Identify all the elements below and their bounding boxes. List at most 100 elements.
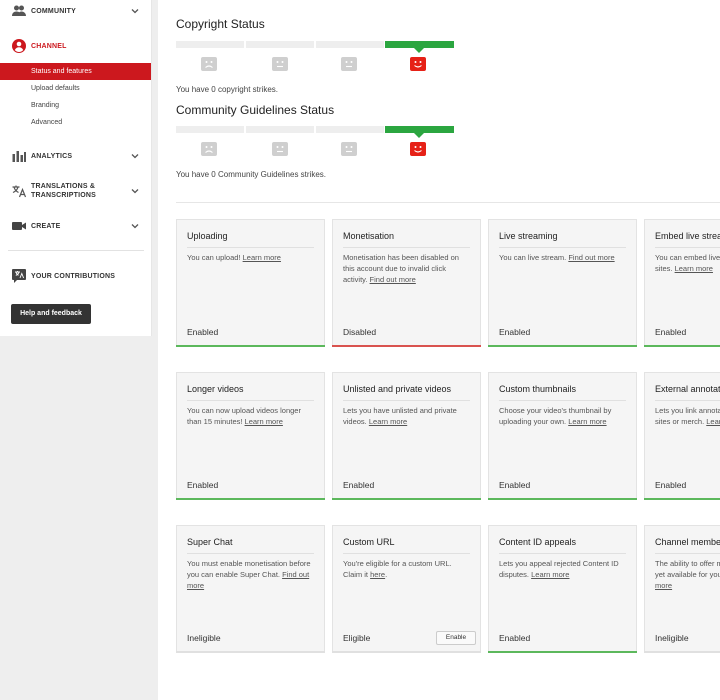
card-description: The ability to offer memberships isn't y… <box>655 558 720 591</box>
main-content: Copyright Status You have 0 copyright st… <box>158 0 720 700</box>
card-status: Ineligible <box>187 633 221 643</box>
strike-segment <box>176 126 244 133</box>
card-title: Embed live streams <box>655 231 720 241</box>
card-status: Enabled <box>499 327 531 337</box>
strike-segment <box>246 41 314 48</box>
strike-segment <box>316 126 384 133</box>
strike-segment-current <box>385 126 454 133</box>
status-bar <box>488 345 637 347</box>
status-bar <box>176 651 325 653</box>
learn-more-link[interactable]: Learn more <box>369 417 407 426</box>
sidebar-item-channel[interactable]: CHANNEL <box>0 35 151 57</box>
status-bar <box>176 498 325 500</box>
learn-more-link[interactable]: Learn more <box>706 417 720 426</box>
card-status: Enabled <box>343 480 375 490</box>
status-bar <box>644 498 720 500</box>
card-status: Eligible <box>343 633 371 643</box>
learn-more-link[interactable]: Learn more <box>243 253 281 262</box>
status-bar <box>488 498 637 500</box>
sidebar-item-analytics[interactable]: ANALYTICS <box>0 145 151 167</box>
card-title: Custom thumbnails <box>499 384 577 394</box>
video-camera-icon <box>12 222 26 230</box>
sidebar-divider <box>8 250 144 251</box>
status-bar <box>332 498 481 500</box>
card-title: External annotations <box>655 384 720 394</box>
card-description: Lets you link annotations to external si… <box>655 405 720 427</box>
feature-card-unlisted-private: Unlisted and private videos Lets you hav… <box>332 372 481 500</box>
sidebar-item-create[interactable]: CREATE <box>0 215 151 237</box>
feature-card-super-chat: Super Chat You must enable monetisation … <box>176 525 325 653</box>
sidebar-subitem-branding[interactable]: Branding <box>0 97 151 114</box>
section-divider <box>176 202 720 203</box>
sidebar-item-label: ANALYTICS <box>31 152 73 160</box>
enable-custom-url-button[interactable]: Enable <box>436 631 476 645</box>
strike-segment <box>316 41 384 48</box>
sidebar-item-label: YOUR CONTRIBUTIONS <box>31 272 116 280</box>
current-status-pointer <box>414 48 424 53</box>
feature-card-longer-videos: Longer videos You can now upload videos … <box>176 372 325 500</box>
sidebar: COMMUNITY CHANNEL Status and features Up… <box>0 0 152 336</box>
card-description: Choose your video's thumbnail by uploadi… <box>499 406 612 426</box>
learn-more-link[interactable]: Learn more <box>531 570 569 579</box>
card-description: Monetisation has been disabled on this a… <box>343 253 459 284</box>
claim-url-link[interactable]: here <box>370 570 385 579</box>
learn-more-link[interactable]: Learn more <box>675 264 713 273</box>
sidebar-item-translations[interactable]: TRANSLATIONS & TRANSCRIPTIONS <box>0 180 151 202</box>
status-bar <box>644 651 720 653</box>
status-bar <box>176 345 325 347</box>
card-description: You're eligible for a custom URL. Claim … <box>343 559 452 579</box>
learn-more-link[interactable]: Learn more <box>245 417 283 426</box>
account-circle-icon <box>12 39 26 53</box>
card-description: You can upload! Learn more <box>187 253 281 262</box>
sidebar-item-label: TRANSLATIONS & TRANSCRIPTIONS <box>31 183 97 199</box>
feature-card-embed-live-streams: Embed live streams You can embed live st… <box>644 219 720 347</box>
card-title: Content ID appeals <box>499 537 577 547</box>
card-description: You must enable monetisation before you … <box>187 559 311 590</box>
card-status: Enabled <box>187 480 219 490</box>
help-and-feedback-button[interactable]: Help and feedback <box>11 304 91 324</box>
happy-face-icon <box>410 57 426 71</box>
status-bar <box>332 651 481 653</box>
sad-face-icon <box>201 57 217 71</box>
card-description: Lets you have unlisted and private video… <box>343 406 457 426</box>
feature-card-monetisation: Monetisation Monetisation has been disab… <box>332 219 481 347</box>
copyright-status-title: Copyright Status <box>176 17 265 31</box>
neutral-face-icon <box>272 142 288 156</box>
feature-card-live-streaming: Live streaming You can live stream. Find… <box>488 219 637 347</box>
card-title: Longer videos <box>187 384 244 394</box>
card-title: Super Chat <box>187 537 233 547</box>
sidebar-item-label: CREATE <box>31 222 61 230</box>
learn-more-link[interactable]: Learn more <box>568 417 606 426</box>
sidebar-subitem-status-and-features[interactable]: Status and features <box>0 63 151 80</box>
strike-segment <box>246 126 314 133</box>
card-status: Enabled <box>499 480 531 490</box>
card-title: Uploading <box>187 231 228 241</box>
feature-card-custom-thumbnails: Custom thumbnails Choose your video's th… <box>488 372 637 500</box>
card-status: Enabled <box>499 633 531 643</box>
people-icon <box>12 5 26 16</box>
status-bar <box>488 651 637 653</box>
feature-card-channel-memberships: Channel memberships The ability to offer… <box>644 525 720 653</box>
card-title: Channel memberships <box>655 537 720 547</box>
copyright-strikes-text: You have 0 copyright strikes. <box>176 85 278 94</box>
find-out-more-link[interactable]: Find out more <box>370 275 416 284</box>
find-out-more-link[interactable]: Find out more <box>568 253 614 262</box>
card-status: Enabled <box>655 327 687 337</box>
chevron-down-icon <box>131 224 139 229</box>
card-description: Lets you appeal rejected Content ID disp… <box>499 559 619 579</box>
chevron-down-icon <box>131 154 139 159</box>
strike-segment-current <box>385 41 454 48</box>
sidebar-subitem-advanced[interactable]: Advanced <box>0 114 151 131</box>
sidebar-item-your-contributions[interactable]: YOUR CONTRIBUTIONS <box>0 265 151 287</box>
translate-feedback-icon <box>12 269 26 283</box>
sidebar-subitem-upload-defaults[interactable]: Upload defaults <box>0 80 151 97</box>
card-status: Disabled <box>343 327 377 337</box>
guidelines-strikes-text: You have 0 Community Guidelines strikes. <box>176 170 326 179</box>
sidebar-item-community[interactable]: COMMUNITY <box>0 0 151 22</box>
status-bar <box>332 345 481 347</box>
card-title: Unlisted and private videos <box>343 384 452 394</box>
card-description: You can live stream. Find out more <box>499 253 615 262</box>
card-description: You can embed live streams on other site… <box>655 253 720 273</box>
card-title: Monetisation <box>343 231 395 241</box>
feature-card-custom-url: Custom URL You're eligible for a custom … <box>332 525 481 653</box>
